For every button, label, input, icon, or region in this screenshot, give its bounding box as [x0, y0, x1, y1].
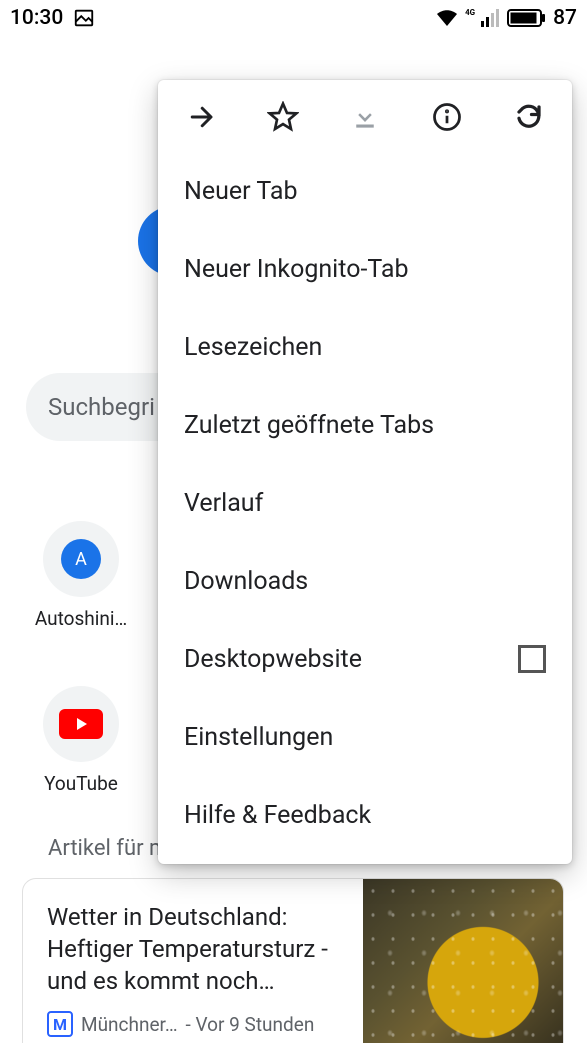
menu-item-downloads[interactable]: Downloads	[158, 542, 572, 620]
site-favicon-circle	[43, 686, 119, 762]
article-time: - Vor 9 Stunden	[186, 1013, 315, 1036]
menu-item-label: Neuer Inkognito-Tab	[184, 255, 546, 284]
network-4g: 4G	[465, 9, 475, 17]
menu-item-new-tab[interactable]: Neuer Tab	[158, 152, 572, 230]
battery-icon	[507, 8, 547, 28]
menu-item-label: Einstellungen	[184, 723, 546, 752]
menu-item-settings[interactable]: Einstellungen	[158, 698, 572, 776]
forward-icon[interactable]	[184, 100, 218, 134]
menu-item-label: Downloads	[184, 567, 546, 596]
article-card[interactable]: Wetter in Deutschland: Heftiger Temperat…	[22, 878, 564, 1043]
battery-percent: 87	[553, 6, 577, 30]
status-bar: 10:30 4G 87	[0, 0, 587, 36]
menu-item-label: Lesezeichen	[184, 333, 546, 362]
articles-section-label: Artikel für mi	[48, 836, 174, 861]
site-label: YouTube	[26, 772, 136, 795]
menu-item-label: Desktopwebsite	[184, 645, 518, 674]
menu-item-desktop-site[interactable]: Desktopwebsite	[158, 620, 572, 698]
site-favicon-circle: A	[43, 521, 119, 597]
publisher-name: Münchner…	[81, 1013, 178, 1036]
menu-item-help[interactable]: Hilfe & Feedback	[158, 776, 572, 854]
menu-item-label: Neuer Tab	[184, 177, 546, 206]
youtube-icon	[59, 709, 103, 739]
avatar-letter: A	[61, 539, 101, 579]
info-icon[interactable]	[430, 100, 464, 134]
menu-item-label: Zuletzt geöffnete Tabs	[184, 411, 546, 440]
site-shortcut-youtube[interactable]: YouTube	[16, 686, 146, 795]
signal-icon	[481, 9, 501, 27]
site-shortcut-autoshini[interactable]: A Autoshini…	[16, 521, 146, 630]
desktop-site-checkbox[interactable]	[518, 645, 546, 673]
picture-icon	[73, 7, 95, 29]
menu-item-bookmarks[interactable]: Lesezeichen	[158, 308, 572, 386]
menu-item-incognito[interactable]: Neuer Inkognito-Tab	[158, 230, 572, 308]
wifi-icon	[435, 8, 459, 28]
download-icon[interactable]	[348, 100, 382, 134]
article-meta: M Münchner… - Vor 9 Stunden	[47, 1011, 345, 1037]
reload-icon[interactable]	[512, 100, 546, 134]
status-time: 10:30	[10, 6, 63, 30]
bookmark-star-icon[interactable]	[266, 100, 300, 134]
article-title: Wetter in Deutschland: Heftiger Temperat…	[47, 901, 345, 997]
menu-item-label: Hilfe & Feedback	[184, 801, 546, 830]
site-label: Autoshini…	[26, 607, 136, 630]
article-image	[363, 879, 563, 1043]
menu-item-recent-tabs[interactable]: Zuletzt geöffnete Tabs	[158, 386, 572, 464]
menu-item-label: Verlauf	[184, 489, 546, 518]
menu-item-history[interactable]: Verlauf	[158, 464, 572, 542]
overflow-menu: Neuer Tab Neuer Inkognito-Tab Lesezeiche…	[158, 80, 572, 864]
publisher-logo: M	[47, 1011, 73, 1037]
search-placeholder: Suchbegri	[48, 393, 155, 421]
